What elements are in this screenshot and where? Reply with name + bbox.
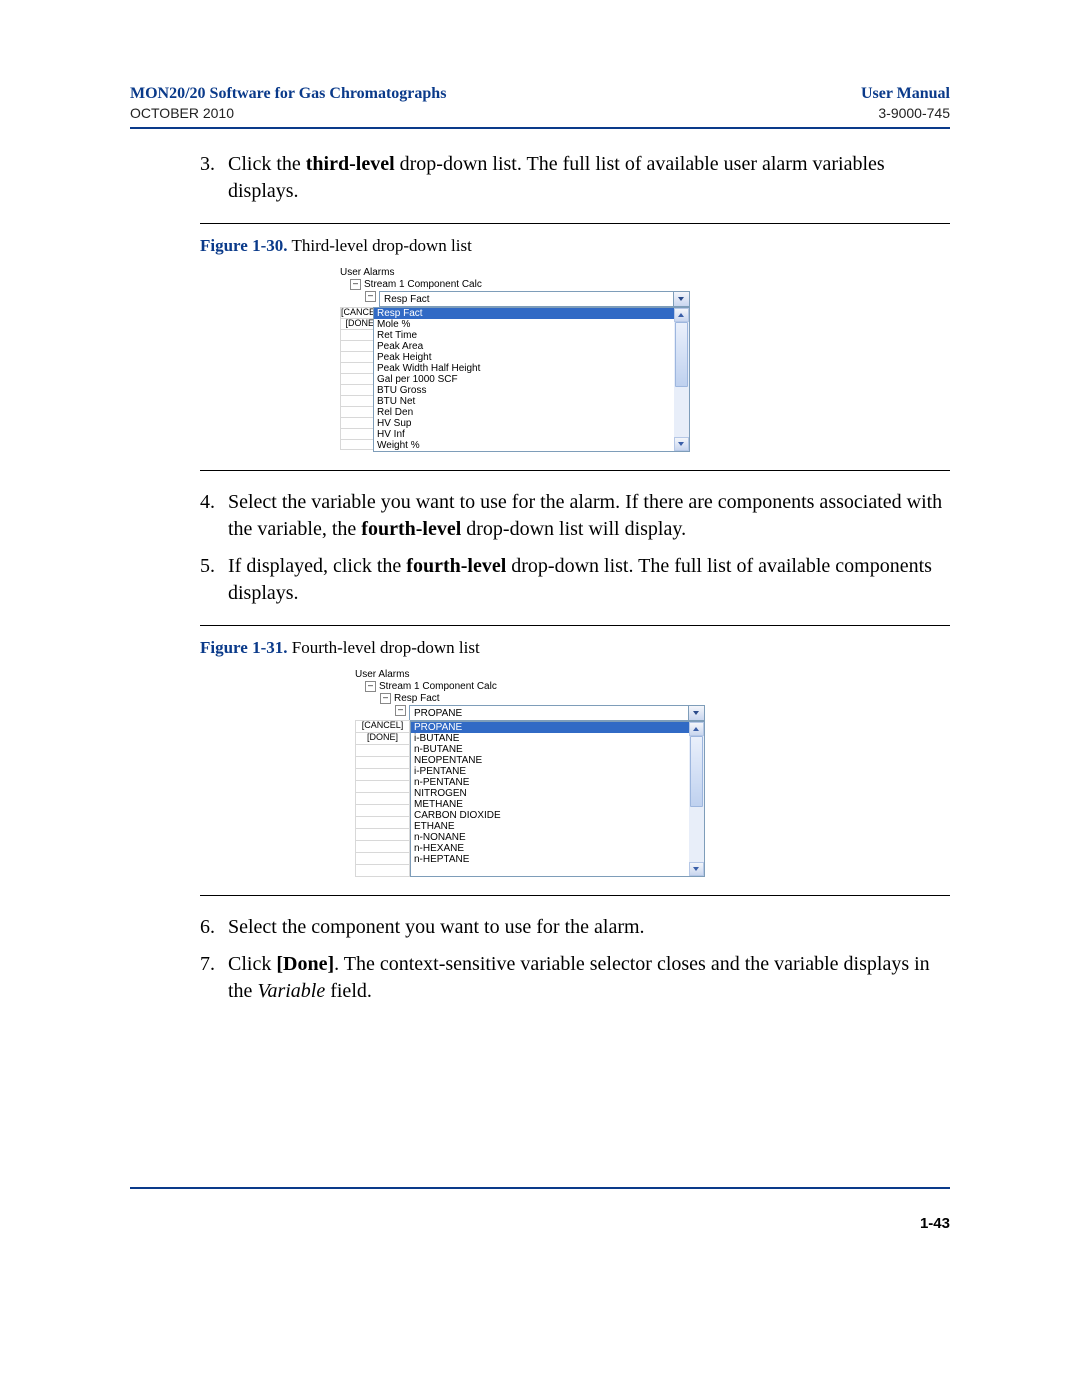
list-item[interactable]: i-PENTANE xyxy=(411,766,689,777)
collapse-icon[interactable]: – xyxy=(395,705,406,716)
tree-l3[interactable]: Resp Fact xyxy=(394,693,440,704)
collapse-icon[interactable]: – xyxy=(350,279,361,290)
figure-31-screenshot: User Alarms –Stream 1 Component Calc –Re… xyxy=(355,668,705,877)
step-num: 7. xyxy=(200,951,228,1005)
fourth-level-term: fourth-level xyxy=(406,555,506,577)
list-item[interactable]: n-HEPTANE xyxy=(411,854,689,865)
list-item[interactable]: Resp Fact xyxy=(374,308,674,319)
step-num: 4. xyxy=(200,489,228,543)
list-item[interactable]: CARBON DIOXIDE xyxy=(411,810,689,821)
list-item[interactable]: Ret Time xyxy=(374,330,674,341)
list-item[interactable]: n-PENTANE xyxy=(411,777,689,788)
step-6: 6. Select the component you want to use … xyxy=(200,914,950,941)
list-item[interactable]: ETHANE xyxy=(411,821,689,832)
third-level-select[interactable]: Resp Fact xyxy=(379,291,690,307)
tree-root: User Alarms xyxy=(355,669,409,680)
figure-divider xyxy=(200,470,950,471)
step-num: 5. xyxy=(200,553,228,607)
list-item[interactable]: NEOPENTANE xyxy=(411,755,689,766)
list-item[interactable]: n-HEXANE xyxy=(411,843,689,854)
list-item[interactable]: BTU Net xyxy=(374,396,674,407)
figure-30-screenshot: User Alarms –Stream 1 Component Calc – R… xyxy=(340,266,690,452)
scroll-down-icon[interactable] xyxy=(689,862,704,876)
chevron-down-icon[interactable] xyxy=(673,292,689,306)
figure-divider xyxy=(200,625,950,626)
scrollbar[interactable] xyxy=(689,722,704,876)
figure-30-caption: Figure 1-30. Third-level drop-down list xyxy=(200,236,950,256)
chevron-down-icon[interactable] xyxy=(688,706,704,720)
list-item[interactable]: i-BUTANE xyxy=(411,733,689,744)
list-item[interactable]: Gal per 1000 SCF xyxy=(374,374,674,385)
scroll-up-icon[interactable] xyxy=(689,722,704,736)
variable-listbox[interactable]: Resp Fact Mole % Ret Time Peak Area Peak… xyxy=(373,307,690,452)
figure-divider xyxy=(200,223,950,224)
list-item[interactable]: NITROGEN xyxy=(411,788,689,799)
page-number: 1-43 xyxy=(920,1215,950,1232)
scrollbar[interactable] xyxy=(674,308,689,451)
doc-date: OCTOBER 2010 xyxy=(130,105,234,121)
step-4: 4. Select the variable you want to use f… xyxy=(200,489,950,543)
third-level-term: third-level xyxy=(306,153,395,175)
tree-l2[interactable]: Stream 1 Component Calc xyxy=(379,681,497,692)
list-item[interactable]: Peak Area xyxy=(374,341,674,352)
list-item[interactable]: Rel Den xyxy=(374,407,674,418)
component-listbox[interactable]: PROPANE i-BUTANE n-BUTANE NEOPENTANE i-P… xyxy=(410,721,705,877)
fourth-level-select[interactable]: PROPANE xyxy=(409,705,705,721)
step-num: 6. xyxy=(200,914,228,941)
list-item[interactable]: PROPANE xyxy=(411,722,689,733)
collapse-icon[interactable]: – xyxy=(365,681,376,692)
list-item[interactable]: Weight % xyxy=(374,440,674,451)
header-divider xyxy=(130,127,950,129)
list-item[interactable]: n-NONANE xyxy=(411,832,689,843)
variable-field-term: Variable xyxy=(257,980,325,1002)
scroll-up-icon[interactable] xyxy=(674,308,689,322)
collapse-icon[interactable]: – xyxy=(365,291,376,302)
list-item[interactable]: Peak Width Half Height xyxy=(374,363,674,374)
footer-divider xyxy=(130,1187,950,1189)
done-term: [Done] xyxy=(276,953,334,975)
figure-divider xyxy=(200,895,950,896)
step-5: 5. If displayed, click the fourth-level … xyxy=(200,553,950,607)
list-item[interactable]: HV Sup xyxy=(374,418,674,429)
collapse-icon[interactable]: – xyxy=(380,693,391,704)
step-7: 7. Click [Done]. The context-sensitive v… xyxy=(200,951,950,1005)
doc-number: 3-9000-745 xyxy=(878,105,950,121)
list-item[interactable]: Mole % xyxy=(374,319,674,330)
list-item[interactable]: Peak Height xyxy=(374,352,674,363)
list-item[interactable]: METHANE xyxy=(411,799,689,810)
list-item[interactable]: HV Inf xyxy=(374,429,674,440)
doc-title-right: User Manual xyxy=(861,85,950,103)
figure-31-caption: Figure 1-31. Fourth-level drop-down list xyxy=(200,638,950,658)
step-3: 3. Click the third-level drop-down list.… xyxy=(200,151,950,205)
tree-l2[interactable]: Stream 1 Component Calc xyxy=(364,279,482,290)
list-item[interactable]: BTU Gross xyxy=(374,385,674,396)
tree-root: User Alarms xyxy=(340,267,394,278)
scroll-down-icon[interactable] xyxy=(674,437,689,451)
fourth-level-term: fourth-level xyxy=(361,518,461,540)
list-item[interactable]: n-BUTANE xyxy=(411,744,689,755)
doc-title-left: MON20/20 Software for Gas Chromatographs xyxy=(130,85,446,103)
step-num: 3. xyxy=(200,151,228,205)
